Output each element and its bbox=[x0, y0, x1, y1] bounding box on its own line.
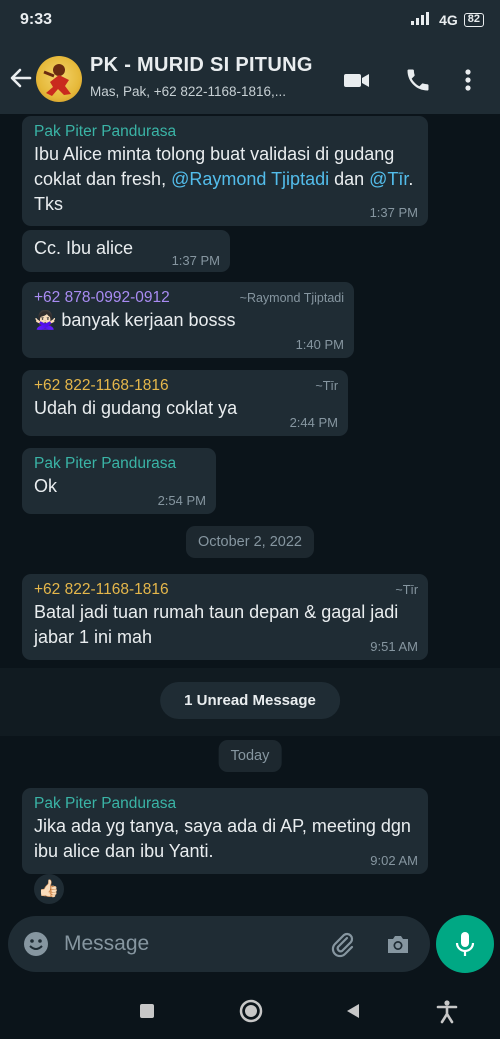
accessibility-icon[interactable] bbox=[432, 996, 462, 1026]
sender-row: +62 878-0992-0912 ~Raymond Tjiptadi bbox=[34, 288, 344, 308]
message-text: 🙅🏻‍♀️ banyak kerjaan bosss bbox=[34, 310, 236, 330]
message-time: 1:40 PM bbox=[295, 337, 344, 352]
chat-participants[interactable]: Mas, Pak, +62 822-1168-1816,... bbox=[90, 84, 286, 99]
date-divider: October 2, 2022 bbox=[186, 526, 314, 558]
message-sender[interactable]: +62 878-0992-0912 bbox=[34, 288, 170, 308]
system-navigation-bar bbox=[0, 984, 500, 1039]
camera-icon[interactable] bbox=[384, 930, 412, 958]
unread-count-pill: 1 Unread Message bbox=[160, 682, 340, 719]
chat-header[interactable]: PK - MURID SI PITUNG Mas, Pak, +62 822-1… bbox=[0, 42, 500, 114]
message-sender[interactable]: +62 822-1168-1816 bbox=[34, 580, 169, 600]
mention-link[interactable]: @Raymond Tjiptadi bbox=[171, 169, 329, 189]
mic-button[interactable] bbox=[436, 915, 494, 973]
message-sender[interactable]: +62 822-1168-1816 bbox=[34, 376, 169, 396]
status-bar: 9:33 4G 82 bbox=[0, 0, 500, 42]
unread-banner: 1 Unread Message bbox=[0, 668, 500, 736]
message-bubble[interactable]: Pak Piter Pandurasa Ibu Alice minta tolo… bbox=[22, 116, 428, 226]
message-text: Batal jadi tuan rumah taun depan & gagal… bbox=[34, 602, 399, 647]
message-composer[interactable]: Message bbox=[8, 916, 430, 972]
message-bubble[interactable]: +62 878-0992-0912 ~Raymond Tjiptadi 🙅🏻‍♀… bbox=[22, 282, 354, 358]
network-type: 4G bbox=[439, 11, 458, 28]
sender-tag: ~Raymond Tjiptadi bbox=[239, 291, 344, 305]
message-text: Jika ada yg tanya, saya ada di AP, meeti… bbox=[34, 816, 411, 861]
message-sender[interactable]: Pak Piter Pandurasa bbox=[34, 122, 418, 142]
message-text: Ibu Alice minta tolong buat validasi di … bbox=[34, 142, 418, 217]
message-input[interactable]: Message bbox=[64, 932, 149, 956]
nav-circle-icon[interactable] bbox=[236, 996, 266, 1026]
nav-square-icon[interactable] bbox=[132, 996, 162, 1026]
group-avatar[interactable] bbox=[36, 56, 82, 102]
sender-tag: ~Tīr bbox=[395, 583, 418, 597]
reaction-badge[interactable]: 👍🏻 bbox=[34, 874, 64, 904]
message-bubble[interactable]: Cc. Ibu alice 1:37 PM bbox=[22, 230, 230, 272]
message-bubble[interactable]: Pak Piter Pandurasa Ok 2:54 PM bbox=[22, 448, 216, 514]
emoji-icon[interactable] bbox=[22, 930, 50, 958]
date-divider: Today bbox=[218, 740, 282, 772]
message-time: 2:54 PM bbox=[157, 493, 206, 508]
back-arrow-icon[interactable] bbox=[8, 60, 34, 96]
sender-tag: ~Tīr bbox=[315, 379, 338, 393]
status-indicators: 4G 82 bbox=[411, 11, 484, 28]
sender-row: +62 822-1168-1816 ~Tīr bbox=[34, 376, 338, 396]
message-bubble[interactable]: +62 822-1168-1816 ~Tīr Batal jadi tuan r… bbox=[22, 574, 428, 660]
message-time: 9:51 AM bbox=[370, 639, 418, 654]
message-bubble[interactable]: +62 822-1168-1816 ~Tīr Udah di gudang co… bbox=[22, 370, 348, 436]
message-text-part: dan bbox=[329, 169, 370, 189]
message-time: 2:44 PM bbox=[289, 415, 338, 430]
nav-back-icon[interactable] bbox=[338, 996, 368, 1026]
status-time: 9:33 bbox=[20, 11, 53, 28]
chat-title[interactable]: PK - MURID SI PITUNG bbox=[90, 54, 313, 77]
chat-area[interactable]: Pak Piter Pandurasa Ibu Alice minta tolo… bbox=[0, 114, 500, 916]
battery-indicator: 82 bbox=[463, 12, 484, 27]
message-bubble[interactable]: Pak Piter Pandurasa Jika ada yg tanya, s… bbox=[22, 788, 428, 874]
message-sender[interactable]: Pak Piter Pandurasa bbox=[34, 454, 206, 474]
mic-icon[interactable] bbox=[453, 930, 477, 958]
message-time: 9:02 AM bbox=[370, 853, 418, 868]
message-time: 1:37 PM bbox=[369, 205, 418, 220]
sender-row: +62 822-1168-1816 ~Tīr bbox=[34, 580, 418, 600]
more-options-icon[interactable] bbox=[458, 66, 478, 94]
message-sender[interactable]: Pak Piter Pandurasa bbox=[34, 794, 418, 814]
mention-link[interactable]: @Tīr bbox=[369, 169, 408, 189]
signal-icon bbox=[411, 11, 433, 28]
attach-icon[interactable] bbox=[328, 930, 356, 958]
phone-icon[interactable] bbox=[404, 66, 432, 94]
video-call-icon[interactable] bbox=[342, 66, 370, 94]
message-time: 1:37 PM bbox=[171, 253, 220, 268]
